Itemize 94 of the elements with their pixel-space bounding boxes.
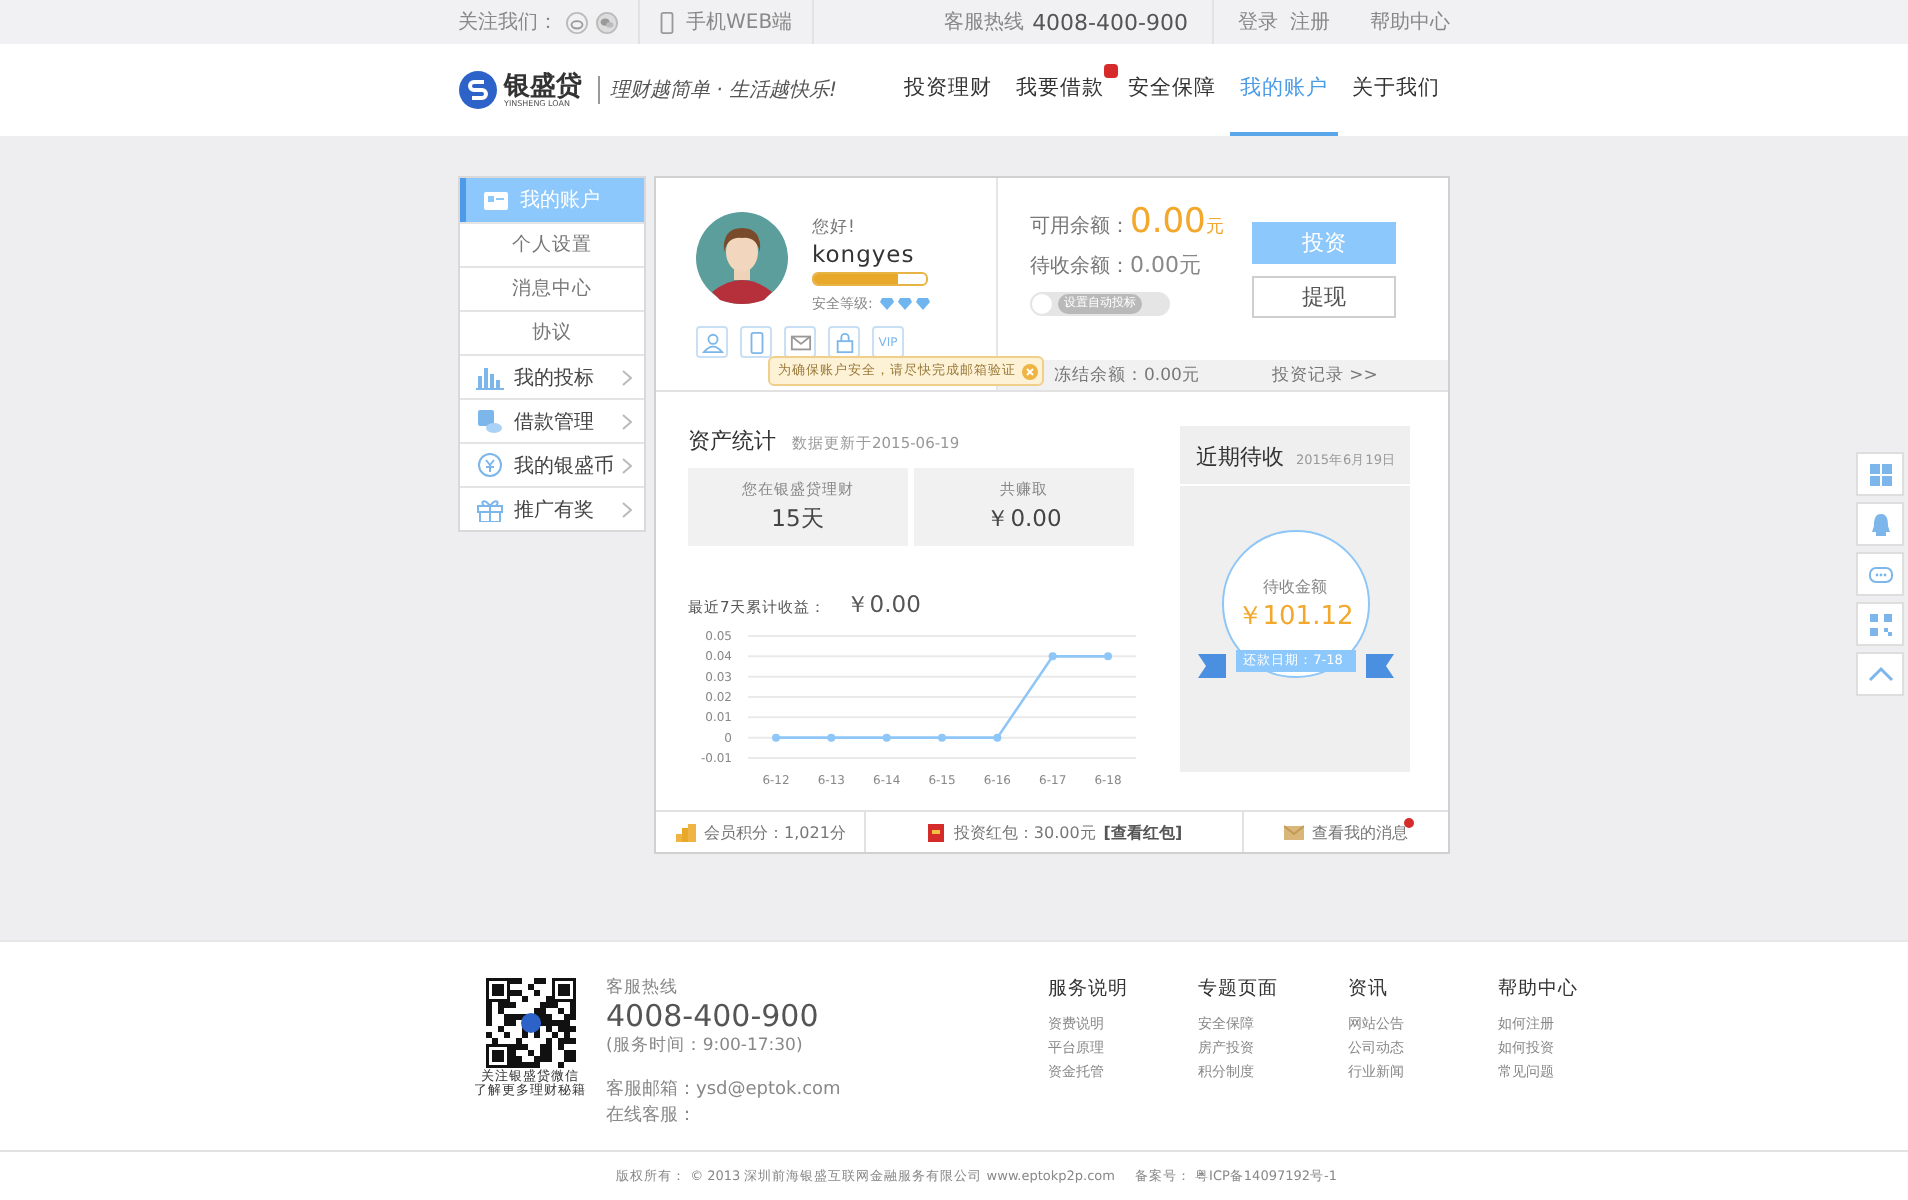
hotline-label: 客服热线 [944, 9, 1025, 36]
data-point [772, 733, 780, 742]
lock-icon [833, 331, 855, 353]
bonus-packet-amount: 投资红包：30.00元 [953, 821, 1096, 843]
penguin-button[interactable] [1856, 502, 1904, 546]
sidebar-item[interactable]: 借款管理 [460, 398, 644, 442]
available-amount: 0.00 [1130, 202, 1206, 242]
amount-label: 待收金额 [1263, 576, 1327, 598]
pending-amount: 0.00元 [1130, 250, 1201, 280]
messages-link[interactable]: 查看我的消息 [1312, 821, 1408, 843]
section-title: 资产统计 [688, 426, 776, 456]
sidebar-item[interactable]: 推广有奖 [460, 486, 644, 530]
footer-heading: 服务说明 [1048, 976, 1130, 1002]
chevron-right-icon [622, 413, 632, 429]
slogan: 理财越简单 · 生活越快乐! [598, 76, 838, 104]
avatar-drawing [696, 212, 788, 304]
person-icon [701, 331, 723, 353]
withdraw-button[interactable]: 提现 [1252, 276, 1396, 318]
sidebar-item[interactable]: 我的银盛币 [460, 442, 644, 486]
grid-icon [1867, 461, 1893, 487]
chevron-up-icon [1867, 661, 1893, 687]
data-point [993, 733, 1002, 742]
logo-icon[interactable] [458, 70, 498, 110]
pending-label: 待收余额： [1030, 253, 1130, 280]
frozen-balance: 冻结余额：0.00元 [1054, 363, 1200, 387]
coins-icon [476, 408, 504, 434]
logo-name: 银盛贷 [504, 73, 582, 99]
phone-icon [745, 331, 767, 353]
card-title: 近期待收 [1196, 442, 1284, 472]
bar-chart-icon [476, 364, 504, 390]
nav-tab[interactable]: 关于我们 [1342, 44, 1450, 136]
mobile-link[interactable]: 手机WEB端 [686, 8, 793, 36]
stat-value: 15天 [771, 504, 825, 534]
sidebar-item[interactable]: 我的投标 [460, 354, 644, 398]
hotline-number: 4008-400-900 [1032, 9, 1188, 35]
footer-heading: 资讯 [1348, 976, 1390, 1002]
chat-icon [1867, 561, 1893, 587]
chevron-right-icon [622, 501, 632, 517]
online-service-label: 在线客服： [606, 1103, 698, 1127]
stat-value: ￥0.00 [986, 504, 1062, 534]
view-bonus-packets-link[interactable]: [查看红包] [1103, 821, 1183, 843]
data-point [827, 733, 836, 742]
follow-label: 关注我们： [458, 9, 558, 36]
id-card-icon [482, 187, 510, 213]
qr-code-icon [483, 976, 577, 1070]
gift-packet-icon [925, 823, 946, 841]
footer-heading: 专题页面 [1198, 976, 1280, 1002]
grid-button[interactable] [1856, 452, 1904, 496]
chevron-right-icon [622, 457, 632, 473]
nav-tab[interactable]: 我要借款 [1006, 44, 1114, 136]
top-link[interactable]: 登录 [1238, 8, 1278, 36]
nav-tab[interactable]: 投资理财 [894, 44, 1002, 136]
chevron-right-icon [622, 369, 632, 385]
amount-value: ￥101.12 [1236, 600, 1354, 634]
hotline-label: 客服热线 [606, 976, 680, 1000]
envelope-icon [1284, 823, 1304, 841]
sidebar-item[interactable]: 消息中心 [460, 266, 644, 310]
sidebar-item[interactable]: 协议 [460, 310, 644, 354]
income-value: ￥0.00 [845, 590, 921, 620]
gift-icon [476, 496, 504, 522]
yen-coin-icon [476, 452, 504, 478]
phone-button[interactable] [740, 326, 772, 358]
data-point [938, 733, 946, 742]
currency-unit: 元 [1205, 216, 1224, 240]
qr-code-button[interactable] [1856, 602, 1904, 646]
data-point [882, 733, 891, 742]
mail-button[interactable] [784, 326, 816, 358]
lock-button[interactable] [828, 326, 860, 358]
phone-icon [656, 11, 678, 33]
weibo-icon[interactable] [566, 11, 588, 33]
nav-tab[interactable]: 安全保障 [1118, 44, 1226, 136]
coin-stack-icon [676, 823, 696, 841]
close-icon[interactable] [1022, 363, 1038, 379]
footer-heading: 帮助中心 [1498, 976, 1580, 1002]
data-point [1104, 652, 1112, 661]
top-link[interactable]: 帮助中心 [1370, 8, 1450, 36]
member-points: 会员积分：1,021分 [704, 821, 846, 843]
person-button[interactable] [696, 326, 728, 358]
service-email: 客服邮箱：ysd@eptok.com [606, 1077, 843, 1101]
greeting: 您好! [812, 216, 857, 240]
available-label: 可用余额： [1030, 213, 1130, 240]
service-hours: (服务时间：9:00-17:30) [606, 1033, 805, 1057]
wechat-icon[interactable] [596, 11, 618, 33]
top-link[interactable]: 注册 [1290, 8, 1330, 36]
username: kongyes [812, 240, 917, 268]
mail-icon [789, 331, 811, 353]
sidebar-item[interactable]: 个人设置 [460, 222, 644, 266]
chat-button[interactable] [1856, 552, 1904, 596]
records-link[interactable]: 投资记录 >> [1271, 363, 1378, 387]
qr-code-icon [1867, 611, 1893, 637]
penguin-icon [1867, 511, 1893, 537]
chevron-up-button[interactable] [1856, 652, 1904, 696]
hotline-number: 4008-400-900 [606, 1000, 821, 1033]
data-point [1048, 652, 1057, 661]
